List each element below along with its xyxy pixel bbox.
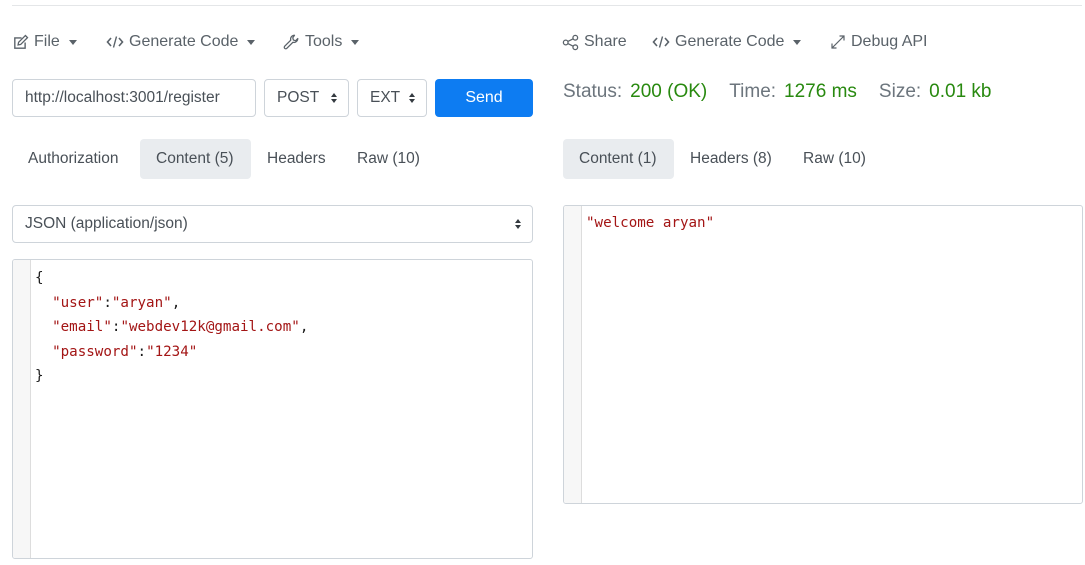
response-tab-raw[interactable]: Raw (10) <box>787 139 882 179</box>
content-type-value: JSON (application/json) <box>25 215 188 232</box>
file-menu-label: File <box>34 33 60 50</box>
size-label: Size: <box>878 81 922 102</box>
tools-label: Tools <box>305 33 343 50</box>
response-status-bar: Status: 200 (OK) Time: 1276 ms Size: 0.0… <box>563 80 1014 104</box>
generate-code-menu-left[interactable]: Generate Code <box>106 31 256 53</box>
code-icon <box>652 35 670 49</box>
chevron-down-icon <box>68 39 77 45</box>
sort-arrows-icon <box>515 219 521 229</box>
generate-code-label: Generate Code <box>129 33 239 50</box>
editor-gutter <box>13 260 31 558</box>
method-value: POST <box>277 89 320 106</box>
wrench-icon <box>283 34 300 51</box>
tab-raw[interactable]: Raw (10) <box>341 139 436 179</box>
share-icon <box>562 34 579 51</box>
response-tab-content[interactable]: Content (1) <box>563 139 674 179</box>
top-divider <box>12 5 1082 6</box>
method-select[interactable]: POST <box>264 79 349 117</box>
mode-value: EXT <box>370 89 401 106</box>
code-line: "password":"1234" <box>52 343 198 360</box>
send-button[interactable]: Send <box>435 79 533 117</box>
time-label: Time: <box>729 81 777 102</box>
sort-arrows-icon <box>331 93 337 103</box>
chevron-down-icon <box>351 39 360 45</box>
edit-icon <box>12 34 29 51</box>
editor-gutter <box>564 206 582 503</box>
code-line: { <box>35 270 44 286</box>
chevron-down-icon <box>793 39 802 45</box>
file-menu[interactable]: File <box>12 31 77 53</box>
request-body-editor[interactable]: { "user":"aryan", "email":"webdev12k@gma… <box>12 259 533 559</box>
expand-arrows-icon <box>830 34 846 50</box>
mode-select[interactable]: EXT <box>357 79 427 117</box>
code-line: } <box>35 368 44 384</box>
debug-api-label: Debug API <box>851 33 928 50</box>
debug-api-button[interactable]: Debug API <box>830 31 928 53</box>
response-body-viewer[interactable]: "welcome aryan" <box>563 205 1083 504</box>
tab-authorization[interactable]: Authorization <box>12 139 134 179</box>
status-label: Status: <box>563 81 623 102</box>
code-line: "email":"webdev12k@gmail.com", <box>52 319 309 335</box>
tools-menu[interactable]: Tools <box>283 31 360 53</box>
code-icon <box>106 35 124 49</box>
content-type-select[interactable]: JSON (application/json) <box>12 205 533 243</box>
response-body-text: "welcome aryan" <box>586 215 715 231</box>
tab-content[interactable]: Content (5) <box>140 139 251 179</box>
url-input[interactable]: http://localhost:3001/register <box>12 79 256 117</box>
generate-code-label: Generate Code <box>675 33 785 50</box>
chevron-down-icon <box>247 39 256 45</box>
generate-code-menu-right[interactable]: Generate Code <box>652 31 802 53</box>
sort-arrows-icon <box>409 93 415 103</box>
share-label: Share <box>584 33 627 50</box>
response-tab-headers[interactable]: Headers (8) <box>674 139 788 179</box>
tab-headers[interactable]: Headers <box>251 139 342 179</box>
time-value: 1276 ms <box>784 81 857 102</box>
request-body-code: { "user":"aryan", "email":"webdev12k@gma… <box>35 266 308 389</box>
size-value: 0.01 kb <box>929 81 992 102</box>
status-value: 200 (OK) <box>630 81 708 102</box>
share-button[interactable]: Share <box>562 31 627 53</box>
code-line: "user":"aryan", <box>52 294 181 311</box>
url-value: http://localhost:3001/register <box>25 89 220 106</box>
response-body-code: "welcome aryan" <box>586 211 714 236</box>
